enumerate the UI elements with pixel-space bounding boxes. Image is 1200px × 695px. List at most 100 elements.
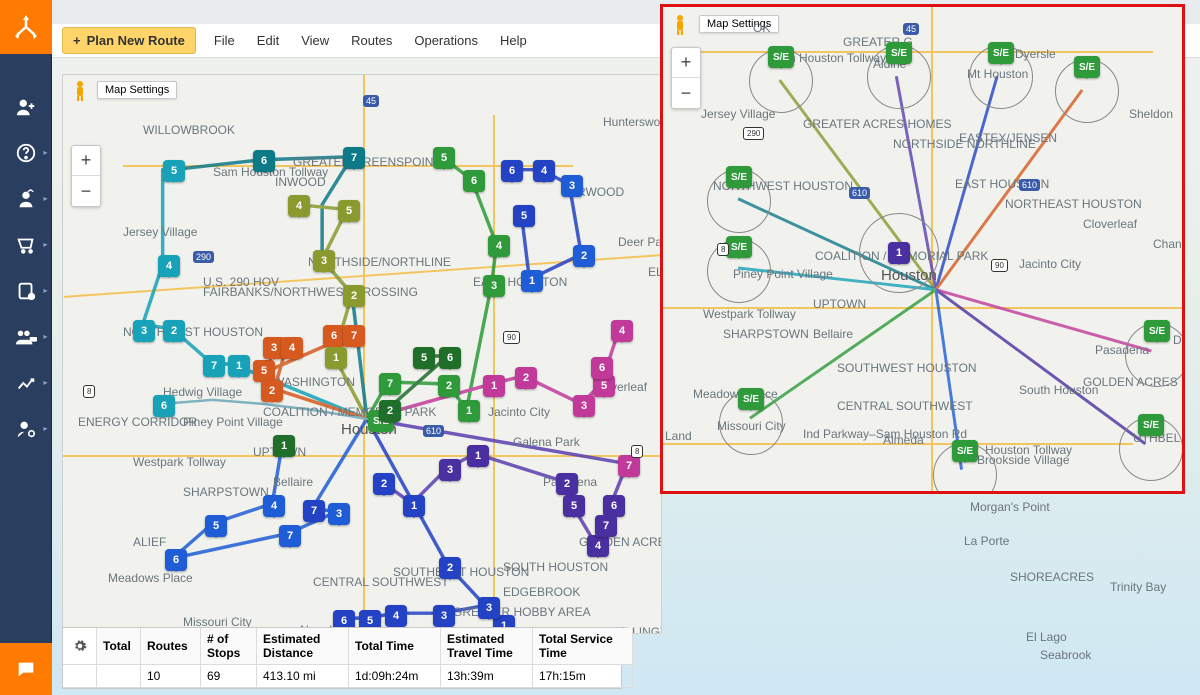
route-stop-marker[interactable]: 1 xyxy=(228,355,250,377)
app-logo[interactable] xyxy=(0,0,52,54)
route-stop-marker[interactable]: 2 xyxy=(438,375,460,397)
route-stop-marker[interactable]: 5 xyxy=(163,160,185,182)
route-stop-marker[interactable]: 3 xyxy=(478,597,500,619)
sidebar-help[interactable]: ▸ xyxy=(0,130,52,176)
route-stop-marker[interactable]: 3 xyxy=(439,459,461,481)
route-stop-marker[interactable]: 7 xyxy=(343,147,365,169)
route-stop-marker[interactable]: 7 xyxy=(279,525,301,547)
route-stop-marker[interactable]: 4 xyxy=(488,235,510,257)
route-stop-marker[interactable]: 1 xyxy=(467,445,489,467)
inset-center-marker[interactable]: 1 xyxy=(888,242,910,264)
route-stop-marker[interactable]: 5 xyxy=(513,205,535,227)
route-stop-marker[interactable]: 7 xyxy=(618,455,640,477)
route-stop-marker[interactable]: 1 xyxy=(273,435,295,457)
route-stop-marker[interactable]: 6 xyxy=(463,170,485,192)
se-depot-marker[interactable]: S/E xyxy=(1144,320,1170,342)
route-stop-marker[interactable]: 6 xyxy=(165,549,187,571)
route-stop-marker[interactable]: 2 xyxy=(163,320,185,342)
route-stop-marker[interactable]: 3 xyxy=(133,320,155,342)
route-stop-marker[interactable]: 6 xyxy=(323,325,345,347)
se-depot-marker[interactable]: S/E xyxy=(726,236,752,258)
se-depot-marker[interactable]: S/E xyxy=(768,46,794,68)
se-depot-marker[interactable]: S/E xyxy=(738,388,764,410)
route-stop-marker[interactable]: 2 xyxy=(515,367,537,389)
route-stop-marker[interactable]: 5 xyxy=(433,147,455,169)
se-depot-marker[interactable]: S/E xyxy=(988,42,1014,64)
zoom-out-button[interactable]: − xyxy=(72,176,100,206)
route-stop-marker[interactable]: 1 xyxy=(483,375,505,397)
route-stop-marker[interactable]: 2 xyxy=(573,245,595,267)
route-stop-marker[interactable]: 2 xyxy=(343,285,365,307)
inset-zoom-out-button[interactable]: − xyxy=(672,78,700,108)
inset-map-label: Cloverleaf xyxy=(1083,217,1137,231)
route-stop-marker[interactable]: 6 xyxy=(603,495,625,517)
route-stop-marker[interactable]: 5 xyxy=(413,347,435,369)
summary-settings-button[interactable] xyxy=(63,628,97,665)
se-depot-marker[interactable]: S/E xyxy=(1074,56,1100,78)
menu-operations[interactable]: Operations xyxy=(410,29,482,52)
route-stop-marker[interactable]: 1 xyxy=(325,347,347,369)
pegman-icon-inset[interactable] xyxy=(669,13,691,37)
zoom-in-button[interactable]: + xyxy=(72,146,100,176)
plan-new-route-button[interactable]: + Plan New Route xyxy=(62,27,196,54)
route-stop-marker[interactable]: 2 xyxy=(261,380,283,402)
sidebar-orders[interactable]: ▸ xyxy=(0,222,52,268)
sidebar-add-user[interactable] xyxy=(0,84,52,130)
sidebar-routes[interactable]: ▸ xyxy=(0,176,52,222)
route-stop-marker[interactable]: 2 xyxy=(379,400,401,422)
route-stop-marker[interactable]: 1 xyxy=(403,495,425,517)
route-stop-marker[interactable]: 4 xyxy=(611,320,633,342)
route-stop-marker[interactable]: 7 xyxy=(595,515,617,537)
menu-edit[interactable]: Edit xyxy=(253,29,283,52)
menu-help[interactable]: Help xyxy=(496,29,531,52)
route-stop-marker[interactable]: 7 xyxy=(303,500,325,522)
route-stop-marker[interactable]: 3 xyxy=(313,250,335,272)
sidebar-user-settings[interactable]: ▸ xyxy=(0,406,52,452)
menu-view[interactable]: View xyxy=(297,29,333,52)
sidebar-analytics[interactable]: ▸ xyxy=(0,360,52,406)
route-stop-marker[interactable]: 5 xyxy=(205,515,227,537)
se-depot-marker[interactable]: S/E xyxy=(886,42,912,64)
route-stop-marker[interactable]: 6 xyxy=(253,150,275,172)
map-settings-button-main[interactable]: Map Settings xyxy=(97,81,177,99)
route-stop-marker[interactable]: 3 xyxy=(328,503,350,525)
route-stop-marker[interactable]: 6 xyxy=(153,395,175,417)
route-stop-marker[interactable]: 7 xyxy=(379,373,401,395)
route-stop-marker[interactable]: 4 xyxy=(281,337,303,359)
sidebar-team[interactable]: ▸ xyxy=(0,314,52,360)
route-stop-marker[interactable]: 6 xyxy=(591,357,613,379)
se-depot-marker[interactable]: S/E xyxy=(726,166,752,188)
menu-routes[interactable]: Routes xyxy=(347,29,396,52)
inset-zoom-in-button[interactable]: + xyxy=(672,48,700,78)
se-depot-marker[interactable]: S/E xyxy=(1138,414,1164,436)
route-stop-marker[interactable]: 7 xyxy=(343,325,365,347)
route-stop-marker[interactable]: 4 xyxy=(263,495,285,517)
inset-map-label: Brookside Village xyxy=(977,453,1070,467)
map-panel-inset[interactable]: Map Settings + − OKAldineDyersleGREATER … xyxy=(660,4,1185,494)
route-stop-marker[interactable]: 1 xyxy=(458,400,480,422)
route-stop-marker[interactable]: 6 xyxy=(501,160,523,182)
route-stop-marker[interactable]: 4 xyxy=(533,160,555,182)
pegman-icon[interactable] xyxy=(69,79,91,103)
map-settings-button-inset[interactable]: Map Settings xyxy=(699,15,779,33)
route-stop-marker[interactable]: 6 xyxy=(439,347,461,369)
route-stop-marker[interactable]: 3 xyxy=(433,605,455,627)
route-stop-marker[interactable]: 3 xyxy=(483,275,505,297)
menu-file[interactable]: File xyxy=(210,29,239,52)
route-stop-marker[interactable]: 3 xyxy=(573,395,595,417)
map-panel-main[interactable]: Map Settings + − Houston WILLOWBROOKJers… xyxy=(62,74,662,634)
chat-button[interactable] xyxy=(0,643,52,695)
route-stop-marker[interactable]: 4 xyxy=(158,255,180,277)
route-stop-marker[interactable]: 5 xyxy=(338,200,360,222)
route-stop-marker[interactable]: 5 xyxy=(563,495,585,517)
route-stop-marker[interactable]: 1 xyxy=(521,270,543,292)
sidebar-address-book[interactable]: ▸ xyxy=(0,268,52,314)
route-stop-marker[interactable]: 2 xyxy=(556,473,578,495)
route-stop-marker[interactable]: 3 xyxy=(561,175,583,197)
route-stop-marker[interactable]: 7 xyxy=(203,355,225,377)
route-stop-marker[interactable]: 4 xyxy=(288,195,310,217)
route-stop-marker[interactable]: 2 xyxy=(439,557,461,579)
inset-map-label: South Houston xyxy=(1019,383,1098,397)
route-stop-marker[interactable]: 2 xyxy=(373,473,395,495)
route-stop-marker[interactable]: 4 xyxy=(385,605,407,627)
